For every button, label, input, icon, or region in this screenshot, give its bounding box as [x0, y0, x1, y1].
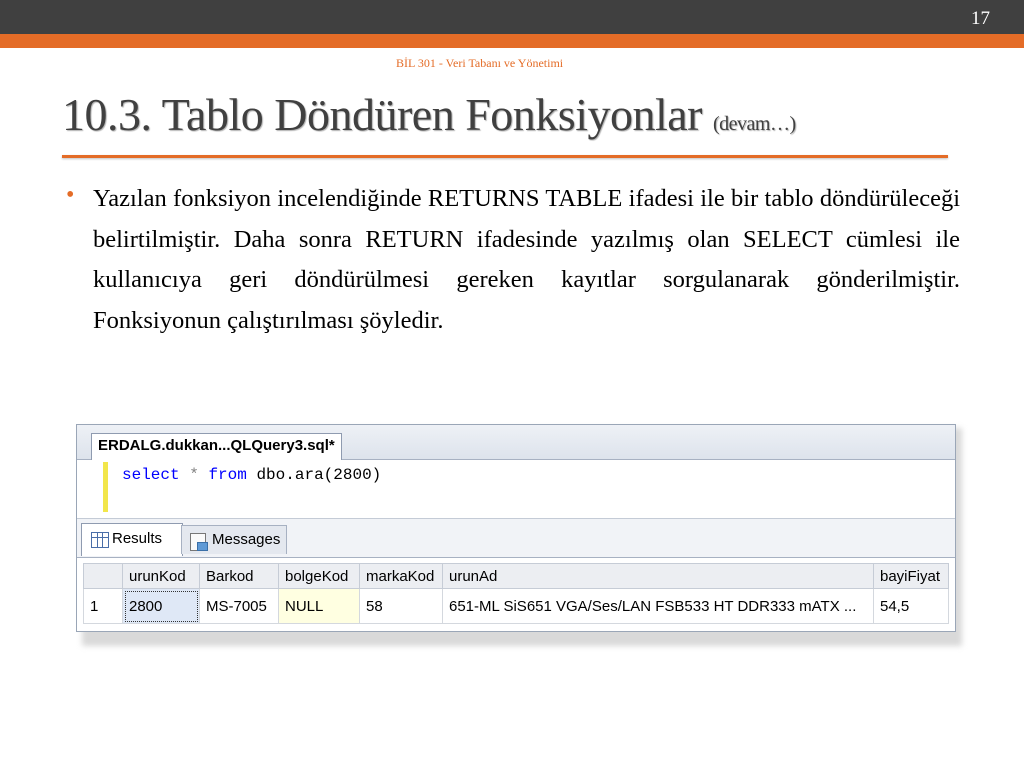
slide-title: 10.3. Tablo Döndüren Fonksiyonlar (devam…: [62, 88, 796, 141]
star-operator: *: [189, 466, 199, 484]
tab-results[interactable]: Results: [81, 523, 183, 556]
tab-results-label: Results: [112, 530, 163, 547]
column-header-urunkod[interactable]: urunKod: [122, 563, 200, 589]
grid-cell-bayifiyat[interactable]: 54,5: [873, 588, 949, 624]
top-dark-bar: [0, 0, 1024, 34]
bullet-text: Yazılan fonksiyon incelendiğinde RETURNS…: [93, 185, 960, 334]
grid-cell-urunad[interactable]: 651-ML SiS651 VGA/Ses/LAN FSB533 HT DDR3…: [442, 588, 874, 624]
keyword-select: select: [122, 466, 180, 484]
query-document-tab[interactable]: ERDALG.dukkan...QLQuery3.sql*: [91, 433, 342, 460]
header-decor-line: [830, 64, 950, 67]
slide-title-subtitle: (devam…): [713, 113, 796, 135]
function-call: dbo.ara(2800): [256, 466, 382, 484]
grid-cell-markakod[interactable]: 58: [359, 588, 443, 624]
keyword-from: from: [208, 466, 247, 484]
ssms-screenshot: ERDALG.dukkan...QLQuery3.sql* select * f…: [76, 424, 956, 632]
column-header-urunad[interactable]: urunAd: [442, 563, 874, 589]
grid-header-row: urunKod Barkod bolgeKod markaKod urunAd …: [83, 563, 949, 589]
messages-icon: [190, 533, 208, 551]
column-header-rownum[interactable]: [83, 563, 123, 589]
results-grid: urunKod Barkod bolgeKod markaKod urunAd …: [83, 563, 949, 624]
grid-icon: [91, 532, 109, 548]
editor-change-marker: [103, 462, 108, 512]
column-header-bayifiyat[interactable]: bayiFiyat: [873, 563, 949, 589]
query-text[interactable]: select * from dbo.ara(2800): [122, 466, 381, 484]
grid-cell-bolgekod[interactable]: NULL: [278, 588, 360, 624]
bullet-marker: •: [66, 182, 75, 208]
results-tab-bar: Results Messages: [77, 518, 955, 558]
column-header-barkod[interactable]: Barkod: [199, 563, 279, 589]
slide-number: 17: [971, 8, 990, 29]
header-decor-line: [610, 55, 950, 58]
query-editor[interactable]: select * from dbo.ara(2800): [77, 460, 955, 516]
top-accent-bar: [0, 34, 1024, 48]
column-header-bolgekod[interactable]: bolgeKod: [278, 563, 360, 589]
document-tab-bar: ERDALG.dukkan...QLQuery3.sql*: [77, 425, 955, 460]
column-header-markakod[interactable]: markaKod: [359, 563, 443, 589]
tab-messages[interactable]: Messages: [181, 525, 287, 554]
course-title: BİL 301 - Veri Tabanı ve Yönetimi: [396, 56, 564, 70]
title-underline: [62, 155, 948, 158]
grid-cell-urunkod[interactable]: 2800: [122, 588, 200, 624]
tab-messages-label: Messages: [212, 531, 281, 548]
grid-cell-barkod[interactable]: MS-7005: [199, 588, 279, 624]
table-row: 1 2800 MS-7005 NULL 58 651-ML SiS651 VGA…: [83, 588, 949, 624]
row-number-cell[interactable]: 1: [83, 588, 123, 624]
slide-title-main: 10.3. Tablo Döndüren Fonksiyonlar: [62, 89, 703, 140]
